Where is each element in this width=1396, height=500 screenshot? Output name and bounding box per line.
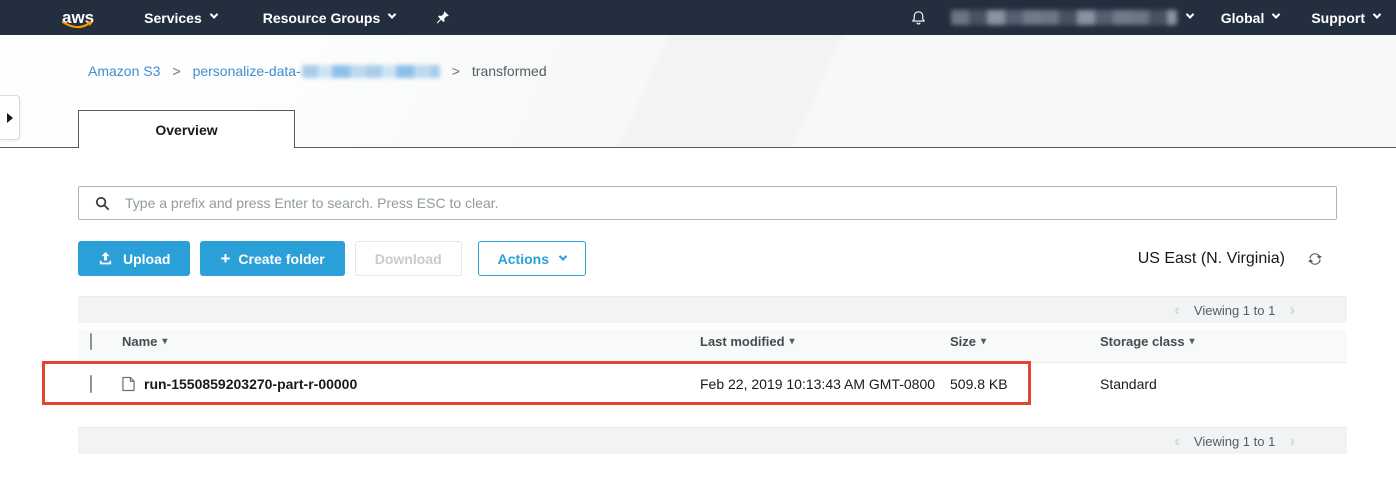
row-checkbox-cell (78, 376, 122, 392)
breadcrumb: Amazon S3 > personalize-data- > transfor… (0, 35, 1396, 79)
aws-smile-icon (62, 16, 94, 33)
file-icon (122, 376, 135, 392)
sort-desc-icon: ▾ (790, 336, 795, 347)
chevron-down-icon (1186, 10, 1194, 18)
storage-class-cell: Standard (1100, 376, 1347, 392)
sort-desc-icon: ▾ (981, 336, 986, 347)
create-folder-button-label: Create folder (238, 251, 324, 267)
main-content: Upload + Create folder Download Actions … (78, 186, 1347, 454)
region-area: US East (N. Virginia) (1138, 250, 1347, 268)
pagination-bar-bottom: ‹ Viewing 1 to 1 › (78, 427, 1347, 454)
search-icon (95, 196, 110, 211)
upload-icon (98, 251, 113, 266)
object-name-cell: run-1550859203270-part-r-00000 (122, 376, 700, 392)
download-button[interactable]: Download (355, 241, 462, 276)
chevron-down-icon (559, 252, 567, 260)
notifications-bell-icon[interactable] (910, 9, 927, 27)
last-modified-cell: Feb 22, 2019 10:13:43 AM GMT-0800 (700, 376, 950, 392)
nav-services-label: Services (144, 10, 202, 26)
account-menu[interactable] (951, 10, 1193, 25)
column-header-size[interactable]: Size ▾ (950, 334, 1100, 349)
create-folder-button[interactable]: + Create folder (200, 241, 344, 276)
nav-services-menu[interactable]: Services (144, 10, 217, 26)
actions-button-label: Actions (498, 251, 549, 267)
upload-button-label: Upload (123, 251, 170, 267)
page-previous-icon[interactable]: ‹ (1174, 301, 1180, 318)
region-selector-menu[interactable]: Global (1221, 10, 1280, 26)
search-input[interactable] (123, 194, 1336, 212)
support-label: Support (1311, 10, 1365, 26)
chevron-down-icon (388, 10, 396, 18)
triangle-right-icon (7, 113, 13, 123)
page-next-icon[interactable]: › (1289, 432, 1295, 449)
nav-resource-groups-label: Resource Groups (263, 10, 380, 26)
object-name-link[interactable]: run-1550859203270-part-r-00000 (144, 376, 357, 392)
sort-desc-icon: ▾ (1190, 336, 1195, 347)
pin-shortcuts-button[interactable] (435, 10, 450, 25)
nav-resource-groups-menu[interactable]: Resource Groups (263, 10, 395, 26)
column-header-size-label: Size (950, 334, 976, 349)
size-cell: 509.8 KB (950, 376, 1100, 392)
download-button-label: Download (375, 251, 442, 267)
page-previous-icon[interactable]: ‹ (1174, 432, 1180, 449)
sidebar-expand-toggle[interactable] (0, 95, 20, 140)
viewing-range-label: Viewing 1 to 1 (1194, 434, 1275, 449)
current-region-label: US East (N. Virginia) (1138, 250, 1285, 268)
support-menu[interactable]: Support (1311, 10, 1380, 26)
bucket-name-redacted (302, 65, 440, 78)
objects-table-section: ‹ Viewing 1 to 1 › Name ▾ Last modified … (78, 296, 1347, 454)
column-header-storage-class-label: Storage class (1100, 334, 1185, 349)
tab-overview[interactable]: Overview (78, 110, 295, 148)
region-selector-label: Global (1221, 10, 1265, 26)
plus-icon: + (220, 250, 230, 267)
actions-dropdown-button[interactable]: Actions (478, 241, 586, 276)
breadcrumb-amazon-s3-link[interactable]: Amazon S3 (88, 63, 160, 79)
page-header-area: Amazon S3 > personalize-data- > transfor… (0, 35, 1396, 148)
select-all-checkbox[interactable] (90, 333, 92, 350)
table-header-row: Name ▾ Last modified ▾ Size ▾ Storage cl… (78, 330, 1347, 363)
page-next-icon[interactable]: › (1289, 301, 1295, 318)
row-checkbox[interactable] (90, 375, 92, 393)
bucket-name-prefix: personalize-data- (193, 63, 301, 79)
viewing-range-label: Viewing 1 to 1 (1194, 303, 1275, 318)
chevron-down-icon (210, 10, 218, 18)
sort-desc-icon: ▾ (162, 336, 167, 347)
top-navigation-bar: aws Services Resource Groups Global Supp… (0, 0, 1396, 35)
column-header-name[interactable]: Name ▾ (122, 334, 700, 349)
refresh-icon[interactable] (1307, 251, 1323, 267)
column-header-last-modified-label: Last modified (700, 334, 785, 349)
pagination-bar-top: ‹ Viewing 1 to 1 › (78, 296, 1347, 323)
nav-right-group: Global Support (910, 9, 1380, 27)
aws-logo[interactable]: aws (62, 9, 94, 26)
table-row[interactable]: run-1550859203270-part-r-00000 Feb 22, 2… (78, 363, 1347, 404)
account-name-redacted (951, 10, 1177, 25)
tab-overview-label: Overview (155, 122, 217, 138)
breadcrumb-bucket-link[interactable]: personalize-data- (193, 63, 440, 79)
breadcrumb-separator-icon: > (172, 63, 180, 79)
chevron-down-icon (1373, 10, 1381, 18)
prefix-search-box (78, 186, 1337, 220)
select-all-cell (78, 334, 122, 349)
breadcrumb-separator-icon: > (452, 63, 460, 79)
column-header-storage-class[interactable]: Storage class ▾ (1100, 334, 1347, 349)
column-header-name-label: Name (122, 334, 157, 349)
chevron-down-icon (1272, 10, 1280, 18)
pushpin-icon (435, 10, 450, 25)
toolbar: Upload + Create folder Download Actions … (78, 241, 1347, 276)
column-header-last-modified[interactable]: Last modified ▾ (700, 334, 950, 349)
upload-button[interactable]: Upload (78, 241, 190, 276)
breadcrumb-current-folder: transformed (472, 63, 547, 79)
